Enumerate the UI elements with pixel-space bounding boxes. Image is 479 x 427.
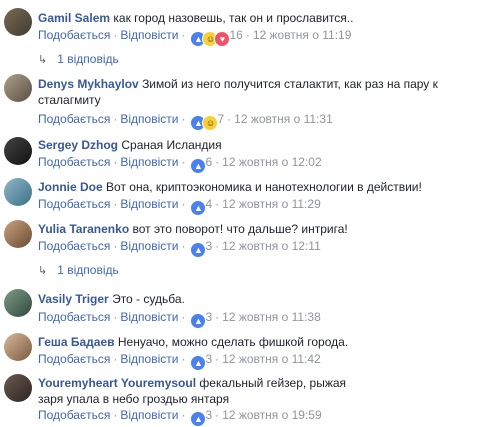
- avatar[interactable]: [4, 74, 32, 102]
- reaction-icons[interactable]: ▲ ☺: [190, 115, 219, 131]
- reaction-icons[interactable]: ▲: [190, 200, 207, 216]
- reply-button[interactable]: Відповісти: [120, 352, 178, 366]
- like-button[interactable]: Подобається: [38, 352, 110, 366]
- reply-arrow-icon: ↳: [38, 265, 48, 277]
- comment-timestamp[interactable]: 12 жовтня о 11:29: [222, 197, 321, 211]
- comment-timestamp[interactable]: 12 жовтня о 11:19: [253, 28, 352, 42]
- like-button[interactable]: Подобається: [38, 408, 110, 422]
- like-reaction-icon: ▲: [190, 355, 207, 371]
- comment-actions: Подобається · Відповісти · ▲ 3 · 12 жовтня о 11…: [38, 310, 321, 329]
- comment-timestamp[interactable]: 12 жовтня о 12:02: [222, 155, 322, 169]
- comment-text: Ненуачо, можно сделать фишкой города.: [117, 335, 349, 349]
- avatar[interactable]: [4, 333, 32, 361]
- comment-actions: Подобається · Відповісти · ▲ ☺ ♥ 16 · 12 жовтня о…: [38, 28, 351, 47]
- comment-text: Сраная Исландия: [121, 138, 222, 152]
- comment-actions: Подобається · Відповісти · ▲ 6 · 12 жовтня о 12…: [38, 155, 322, 174]
- comment-author[interactable]: Jonnie Doe: [38, 180, 103, 194]
- reaction-icons[interactable]: ▲: [190, 355, 207, 371]
- comment-text: вот это поворот! что дальше? интрига!: [132, 222, 348, 236]
- like-reaction-icon: ▲: [190, 242, 207, 258]
- replies-count[interactable]: 1 відповідь: [57, 263, 119, 277]
- reply-button[interactable]: Відповісти: [120, 155, 178, 169]
- comment-timestamp[interactable]: 12 жовтня о 11:38: [222, 310, 321, 324]
- comment-actions: Подобається · Відповісти · ▲ 4 · 12 жовтня о 11…: [38, 197, 321, 216]
- haha-reaction-icon: ☺: [202, 115, 219, 131]
- reaction-icons[interactable]: ▲ ☺ ♥: [190, 31, 231, 47]
- reaction-icons[interactable]: ▲: [190, 411, 207, 427]
- comment-actions: Подобається · Відповісти · ▲ ☺ 7 · 12 жовтня о 1…: [38, 112, 333, 131]
- avatar[interactable]: [4, 289, 32, 317]
- like-button[interactable]: Подобається: [38, 155, 110, 169]
- like-button[interactable]: Подобається: [38, 112, 110, 126]
- like-button[interactable]: Подобається: [38, 28, 110, 42]
- comment-body: Vasily Triger Это - судьба.: [38, 291, 473, 307]
- like-button[interactable]: Подобається: [38, 197, 110, 211]
- reply-button[interactable]: Відповісти: [120, 28, 178, 42]
- reply-arrow-icon: ↳: [38, 54, 48, 66]
- comment-author[interactable]: Gamil Salem: [38, 11, 110, 25]
- comment-body: Denys Mykhaylov Зимой из него получится …: [38, 76, 458, 108]
- like-button[interactable]: Подобається: [38, 239, 110, 253]
- comment-author[interactable]: Vasily Triger: [38, 292, 109, 306]
- like-reaction-icon: ▲: [190, 313, 207, 329]
- comment-timestamp[interactable]: 12 жовтня о 11:42: [222, 352, 321, 366]
- comment-author[interactable]: Sergey Dzhog: [38, 138, 118, 152]
- comment-timestamp[interactable]: 12 жовтня о 19:59: [222, 408, 322, 422]
- avatar[interactable]: [4, 220, 32, 248]
- reply-button[interactable]: Відповісти: [120, 408, 178, 422]
- avatar[interactable]: [4, 8, 32, 36]
- reaction-icons[interactable]: ▲: [190, 242, 207, 258]
- like-reaction-icon: ▲: [190, 411, 207, 427]
- comment-body: Геша Бадаев Ненуачо, можно сделать фишко…: [38, 334, 473, 350]
- like-reaction-icon: ▲: [190, 200, 207, 216]
- love-reaction-icon: ♥: [214, 31, 231, 47]
- comment-body: Yulia Taranenko вот это поворот! что дал…: [38, 221, 473, 237]
- comment-text: как город назовешь, так он и прославится…: [113, 11, 354, 25]
- comment-body: Sergey Dzhog Сраная Исландия: [38, 137, 473, 153]
- reaction-icons[interactable]: ▲: [190, 158, 207, 174]
- comment-body: Gamil Salem как город назовешь, так он и…: [38, 10, 473, 26]
- comment-timestamp[interactable]: 12 жовтня о 12:11: [222, 239, 321, 253]
- comment-author[interactable]: Yulia Taranenko: [38, 222, 129, 236]
- comment-author[interactable]: Youremyheart Youremysoul: [38, 376, 196, 390]
- comment-actions: Подобається · Відповісти · ▲ 3 · 12 жовтня о 12…: [38, 239, 321, 258]
- comment-body: Youremyheart Youremysoul фекальный гейзе…: [38, 375, 368, 407]
- comment-author[interactable]: Геша Бадаев: [38, 335, 115, 349]
- view-replies-link[interactable]: ↳ 1 відповідь: [38, 263, 119, 277]
- comment-author[interactable]: Denys Mykhaylov: [38, 77, 139, 91]
- comment-actions: Подобається · Відповісти · ▲ 3 · 12 жовтня о 11…: [38, 352, 321, 371]
- view-replies-link[interactable]: ↳ 1 відповідь: [38, 52, 119, 66]
- like-reaction-icon: ▲: [190, 158, 207, 174]
- comment-body: Jonnie Doe Вот она, криптоэкономика и на…: [38, 179, 473, 195]
- avatar[interactable]: [4, 178, 32, 206]
- avatar[interactable]: [4, 137, 32, 165]
- reply-button[interactable]: Відповісти: [120, 310, 178, 324]
- comment-text: Это - судьба.: [112, 292, 185, 306]
- comment-actions: Подобається · Відповісти · ▲ 3 · 12 жовтня о 19…: [38, 408, 322, 427]
- comment-timestamp[interactable]: 12 жовтня о 11:31: [234, 112, 333, 126]
- comment-text: Вот она, криптоэкономика и нанотехнологи…: [106, 180, 422, 194]
- reaction-count[interactable]: 16: [229, 28, 242, 42]
- avatar[interactable]: [4, 374, 32, 402]
- replies-count[interactable]: 1 відповідь: [57, 52, 119, 66]
- reply-button[interactable]: Відповісти: [120, 197, 178, 211]
- reaction-icons[interactable]: ▲: [190, 313, 207, 329]
- reply-button[interactable]: Відповісти: [120, 239, 178, 253]
- like-button[interactable]: Подобається: [38, 310, 110, 324]
- reply-button[interactable]: Відповісти: [120, 112, 178, 126]
